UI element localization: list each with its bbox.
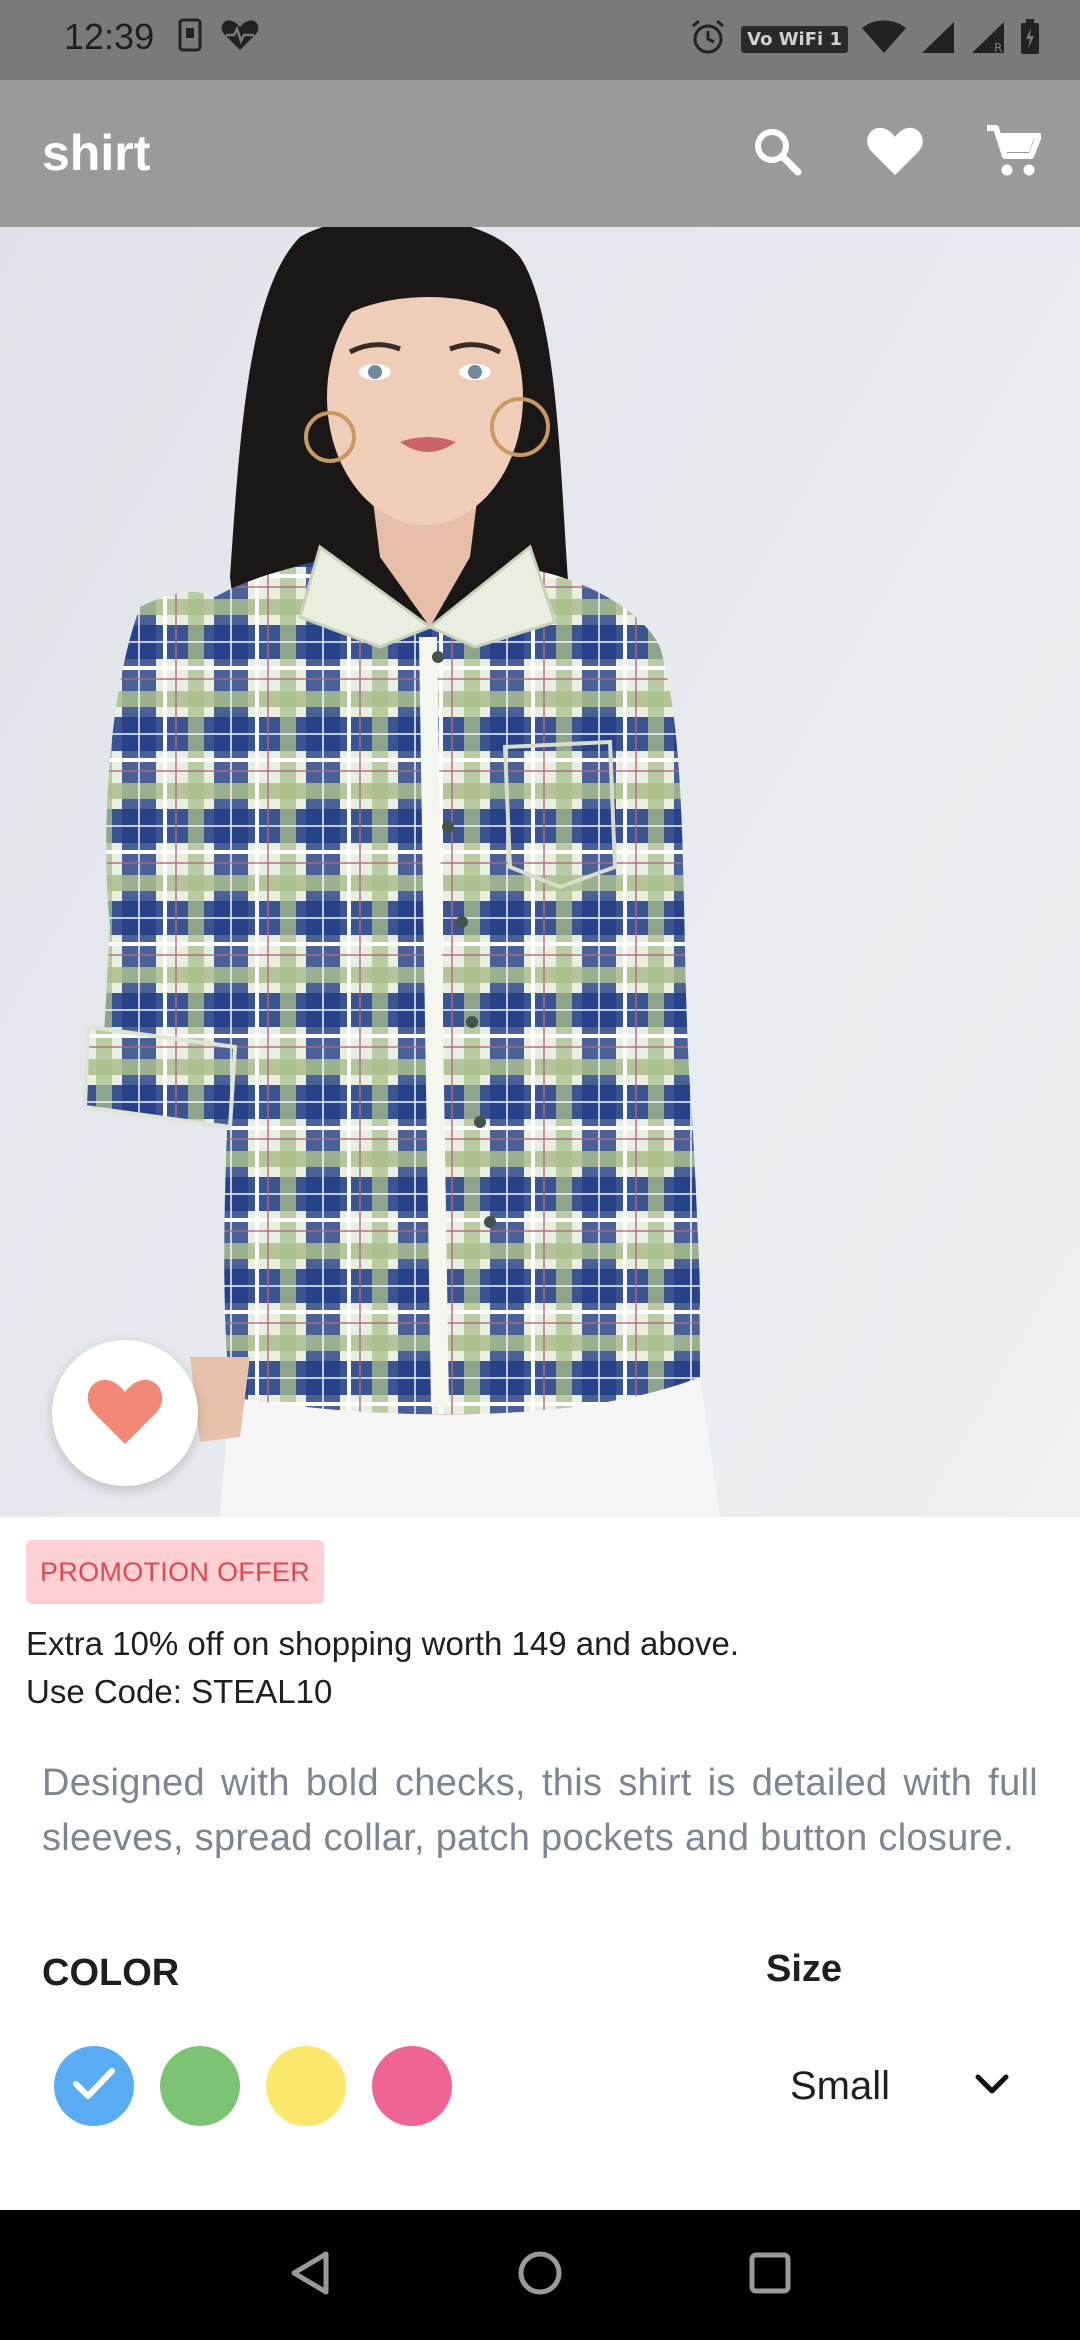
heart-icon: [866, 125, 924, 182]
check-icon: [72, 2066, 116, 2107]
app-bar-actions: [746, 122, 1044, 184]
signal-roaming-icon: R: [970, 20, 1006, 59]
promotion-badge: PROMOTION OFFER: [26, 1540, 324, 1604]
status-bar: 12:39 Vo WiFi 1 R: [0, 0, 1080, 80]
back-button[interactable]: [280, 2245, 340, 2305]
color-swatches: [54, 2046, 452, 2126]
size-dropdown[interactable]: Small: [790, 2056, 1010, 2116]
search-icon: [752, 126, 802, 181]
cart-icon: [985, 124, 1042, 183]
home-circle-icon: [517, 2250, 563, 2301]
status-left-icons: [178, 18, 260, 57]
wishlist-button[interactable]: [864, 122, 926, 184]
color-swatch-pink[interactable]: [372, 2046, 452, 2126]
promotion-code: Use Code: STEAL10: [26, 1673, 333, 1710]
heart-icon: [85, 1376, 165, 1451]
system-navigation-bar: [0, 2210, 1080, 2340]
cart-button[interactable]: [982, 122, 1044, 184]
wifi-icon: [862, 20, 906, 59]
signal-icon: [920, 20, 956, 59]
color-swatch-green[interactable]: [160, 2046, 240, 2126]
size-label: Size: [766, 1948, 843, 1990]
battery-icon: [1020, 19, 1040, 60]
size-value: Small: [790, 2063, 891, 2108]
back-triangle-icon: [288, 2250, 332, 2301]
promotion-line-1: Extra 10% off on shopping worth 149 and …: [26, 1625, 740, 1662]
chevron-down-icon: [974, 2072, 1010, 2101]
color-swatch-blue[interactable]: [54, 2046, 134, 2126]
status-right-icons: Vo WiFi 1 R: [689, 18, 1040, 61]
sim-card-icon: [178, 18, 202, 57]
heart-rate-icon: [220, 18, 260, 57]
model-illustration: [82, 227, 720, 1517]
favorite-button[interactable]: [52, 1340, 198, 1486]
product-image: [0, 227, 1080, 1517]
color-swatch-yellow[interactable]: [266, 2046, 346, 2126]
home-button[interactable]: [510, 2245, 570, 2305]
product-description: Designed with bold checks, this shirt is…: [42, 1762, 1038, 1859]
svg-text:R: R: [994, 41, 1002, 54]
search-button[interactable]: [746, 122, 808, 184]
color-label: COLOR: [42, 1952, 180, 1994]
status-time: 12:39: [64, 16, 155, 57]
recents-button[interactable]: [740, 2245, 800, 2305]
promotion-text: Extra 10% off on shopping worth 149 and …: [26, 1620, 739, 1716]
recents-square-icon: [748, 2251, 792, 2300]
page-title: shirt: [42, 125, 151, 181]
wifi-calling-badge: Vo WiFi 1: [741, 26, 848, 53]
app-bar: shirt: [0, 80, 1080, 227]
alarm-icon: [689, 18, 727, 61]
